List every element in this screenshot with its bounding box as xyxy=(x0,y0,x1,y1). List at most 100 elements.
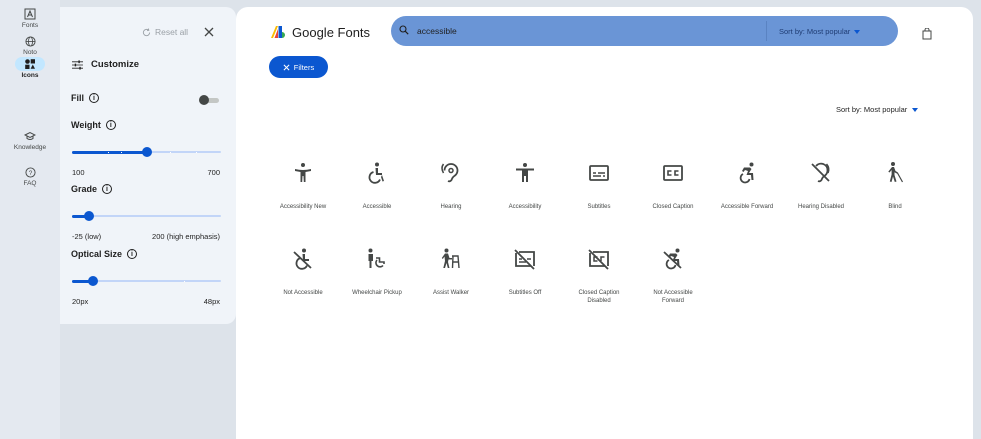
optical-size-label: Optical Size xyxy=(71,249,123,259)
icon-label: Not Accessible Forward xyxy=(653,290,693,304)
shopping-bag-button[interactable] xyxy=(922,27,932,45)
slider-thumb[interactable] xyxy=(141,147,152,157)
font-icon xyxy=(15,7,45,21)
icon-label: Assist Walker xyxy=(432,290,470,296)
icon-label: Hearing xyxy=(440,204,462,210)
slider-tick xyxy=(183,280,185,282)
sort-dropdown[interactable]: Sort by: Most popular xyxy=(836,105,919,114)
rail-item-knowledge[interactable]: Knowledge xyxy=(0,129,60,151)
slider-thumb[interactable] xyxy=(88,276,99,286)
sort-label: Sort by: Most popular xyxy=(836,105,908,114)
reset-all-button[interactable]: Reset all xyxy=(142,27,188,37)
icon-tile[interactable]: Hearing xyxy=(414,157,488,243)
icon-tile[interactable]: Closed Caption xyxy=(636,157,710,243)
shapes-icon xyxy=(15,57,45,71)
grade-label: Grade xyxy=(71,184,98,194)
fill-toggle[interactable] xyxy=(199,95,219,105)
toggle-thumb xyxy=(199,95,209,105)
subtitles-icon xyxy=(589,165,609,181)
search-input[interactable]: accessible xyxy=(417,26,457,36)
accessible-forward-icon xyxy=(739,162,754,184)
icon-tile[interactable]: Not Accessible Forward xyxy=(636,243,710,329)
icon-tile[interactable]: Closed Caption Disabled xyxy=(562,243,636,329)
filters-label: Filters xyxy=(293,62,315,72)
weight-slider[interactable] xyxy=(72,146,221,158)
blind-icon xyxy=(888,162,904,183)
optical-size-slider[interactable] xyxy=(72,275,221,287)
customize-panel: Reset all Customize Fill i Weight i 100 … xyxy=(60,7,236,324)
icon-tile[interactable]: Subtitles Off xyxy=(488,243,562,329)
rail-label: Fonts xyxy=(21,22,39,29)
search-sort-dropdown[interactable]: Sort by: Most popular xyxy=(779,27,861,36)
globe-icon xyxy=(15,34,45,48)
rail-label: Icons xyxy=(21,72,39,79)
icon-tile[interactable]: Blind xyxy=(858,157,932,243)
close-icon xyxy=(204,27,214,37)
accessible-icon xyxy=(368,162,384,184)
slider-tick xyxy=(121,151,123,153)
accessibility-icon xyxy=(516,163,534,182)
icon-tile[interactable]: Accessibility New xyxy=(266,157,340,243)
icon-label: Subtitles Off xyxy=(508,290,542,296)
slider-tick xyxy=(195,151,197,153)
fill-label: Fill xyxy=(71,93,84,103)
customize-heading: Customize xyxy=(72,59,139,70)
icon-label: Accessible xyxy=(362,204,392,210)
rail-label: Knowledge xyxy=(13,144,47,151)
assist-walker-icon xyxy=(441,248,460,269)
navigation-rail: Fonts Noto Icons Knowledge ? FAQ xyxy=(0,0,60,439)
icon-tile[interactable]: Subtitles xyxy=(562,157,636,243)
closed-caption-icon xyxy=(663,165,683,181)
info-icon[interactable]: i xyxy=(127,249,138,259)
refresh-icon xyxy=(142,27,151,36)
search-bar[interactable]: accessible Sort by: Most popular xyxy=(391,16,898,46)
google-fonts-logo-icon xyxy=(271,26,285,38)
icon-tile[interactable]: Accessibility xyxy=(488,157,562,243)
info-icon[interactable]: i xyxy=(89,93,99,103)
icon-label: Accessibility New xyxy=(279,204,327,210)
icon-label: Wheelchair Pickup xyxy=(352,290,402,296)
rail-item-fonts[interactable]: Fonts xyxy=(0,7,60,29)
rail-item-noto[interactable]: Noto xyxy=(0,34,60,56)
info-icon[interactable]: i xyxy=(102,184,113,194)
info-icon[interactable]: i xyxy=(105,120,116,130)
close-panel-button[interactable] xyxy=(201,24,217,40)
close-icon xyxy=(283,64,290,70)
icon-tile[interactable]: Wheelchair Pickup xyxy=(340,243,414,329)
reset-all-label: Reset all xyxy=(155,27,189,37)
not-accessible-icon xyxy=(293,248,312,270)
icon-tile[interactable]: Not Accessible xyxy=(266,243,340,329)
grade-label-row: Grade i xyxy=(71,184,113,194)
rail-label: Noto xyxy=(23,49,37,56)
icon-label: Accessibility xyxy=(508,204,542,210)
not-accessible-forward-icon xyxy=(663,248,682,270)
weight-label: Weight xyxy=(71,120,101,130)
icon-label: Closed Caption xyxy=(652,204,694,210)
rail-item-icons[interactable]: Icons xyxy=(0,57,60,79)
icon-label: Accessible Forward xyxy=(720,204,774,210)
hearing-disabled-icon xyxy=(811,162,830,183)
shopping-bag-icon xyxy=(922,27,932,40)
grade-max-label: 200 (high emphasis) xyxy=(152,232,220,241)
icon-tile[interactable]: Accessible xyxy=(340,157,414,243)
google-fonts-logo[interactable]: Google Fonts xyxy=(270,25,370,40)
wheelchair-pickup-icon xyxy=(368,248,385,268)
optical-size-label-row: Optical Size i xyxy=(71,249,138,259)
help-icon: ? xyxy=(15,165,45,179)
icon-tile[interactable]: Assist Walker xyxy=(414,243,488,329)
fill-label-row: Fill i xyxy=(71,93,99,103)
closed-caption-disabled-icon xyxy=(588,249,609,270)
slider-thumb[interactable] xyxy=(83,211,94,221)
optical-min-label: 20px xyxy=(72,297,89,306)
weight-min-label: 100 xyxy=(72,168,85,177)
rail-item-faq[interactable]: ? FAQ xyxy=(0,165,60,187)
accessibility-new-icon xyxy=(295,163,311,182)
weight-max-label: 700 xyxy=(207,168,220,177)
icon-tile[interactable]: Hearing Disabled xyxy=(784,157,858,243)
filters-button[interactable]: Filters xyxy=(269,56,328,78)
icon-label: Closed Caption Disabled xyxy=(578,290,620,304)
icon-tile[interactable]: Accessible Forward xyxy=(710,157,784,243)
grade-slider[interactable] xyxy=(72,210,221,222)
customize-title: Customize xyxy=(91,59,140,70)
caret-down-icon xyxy=(912,107,919,112)
